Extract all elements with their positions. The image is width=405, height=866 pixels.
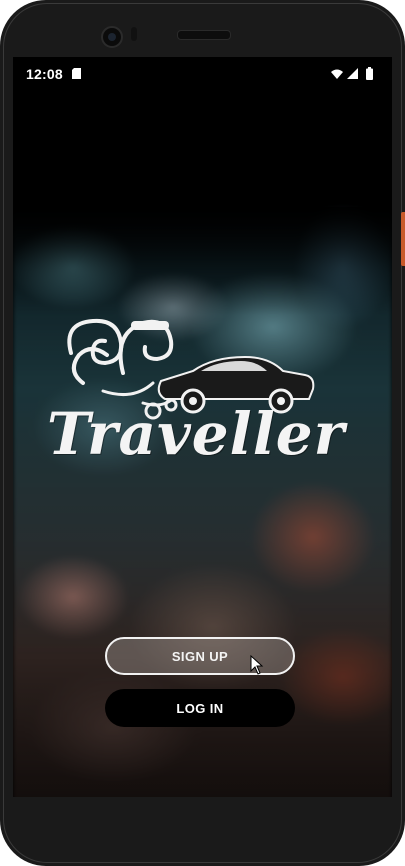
wifi-icon <box>331 69 343 79</box>
log-in-button[interactable]: LOG IN <box>105 689 295 727</box>
sd-card-icon <box>72 68 81 79</box>
earpiece-speaker <box>177 30 231 40</box>
power-button[interactable] <box>401 212 405 266</box>
front-camera <box>101 26 123 48</box>
battery-icon <box>366 67 373 80</box>
brand-name: Traveller <box>47 400 346 468</box>
app-screen: 12:08 Traveller SIGN UP LOG IN <box>13 57 392 797</box>
phone-device: 12:08 Traveller SIGN UP LOG IN <box>0 0 405 866</box>
status-time: 12:08 <box>26 66 63 82</box>
mouse-cursor-icon <box>250 655 264 675</box>
status-bar: 12:08 <box>13 57 392 91</box>
proximity-sensor <box>131 27 137 41</box>
signal-icon <box>347 68 358 79</box>
sign-up-button[interactable]: SIGN UP <box>105 637 295 675</box>
